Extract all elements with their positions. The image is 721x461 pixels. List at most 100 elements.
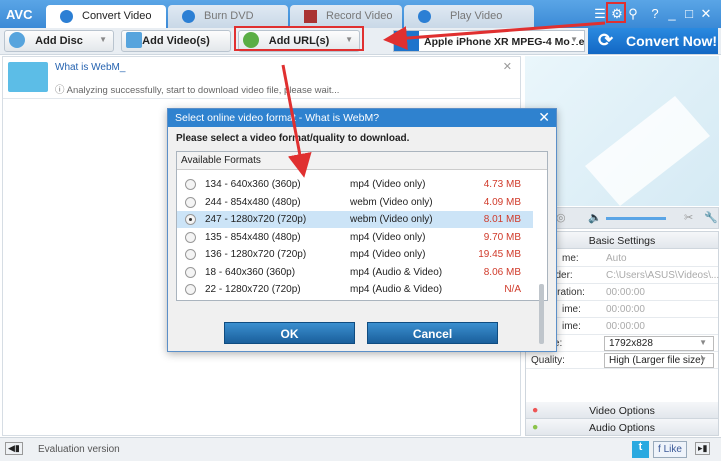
format-radio[interactable] xyxy=(185,214,196,225)
minimize-icon[interactable]: _ xyxy=(664,6,680,21)
convert-now-button[interactable]: ⟳ Convert Now! xyxy=(588,28,718,54)
format-resolution: 135 - 854x480 (480p) xyxy=(205,231,301,243)
chevron-down-icon: ▼ xyxy=(570,35,578,44)
format-resolution: 136 - 1280x720 (720p) xyxy=(205,249,307,260)
audio-options-header[interactable]: ● Audio Options xyxy=(526,419,718,436)
file-status: ⓘ Analyzing successfully, start to downl… xyxy=(55,85,340,96)
file-title[interactable]: What is WebM_ xyxy=(55,62,125,73)
volume-icon[interactable]: 🔈 xyxy=(588,211,602,224)
toggle-panel-icon[interactable]: ◀▮ xyxy=(5,442,23,455)
label: ime: xyxy=(562,321,581,332)
format-resolution: 244 - 854x480 (480p) xyxy=(205,196,301,208)
value[interactable]: 00:00:00 xyxy=(606,287,645,298)
convert-icon xyxy=(60,10,73,23)
video-options-header[interactable]: ● Video Options xyxy=(526,402,718,419)
format-resolution: 247 - 1280x720 (720p) xyxy=(205,214,307,225)
tools-icon[interactable]: 🔧 xyxy=(704,211,718,224)
remove-icon[interactable]: ✕ xyxy=(503,60,512,73)
add-videos-button[interactable]: Add Video(s) xyxy=(121,30,231,52)
tab-label: Burn DVD xyxy=(204,10,254,22)
format-radio[interactable] xyxy=(185,249,196,260)
label: Quality: xyxy=(531,355,565,366)
format-row[interactable]: 18 - 640x360 (360p) mp4 (Audio & Video) 8.… xyxy=(177,264,533,281)
tab-label: Record Video xyxy=(326,10,393,22)
evaluation-text: Evaluation version xyxy=(38,444,120,455)
format-radio[interactable] xyxy=(185,179,196,190)
dialog-close-icon[interactable]: ✕ xyxy=(538,109,550,126)
format-row[interactable]: 135 - 854x480 (480p) mp4 (Video only) 9.70… xyxy=(177,229,533,246)
format-size: N/A xyxy=(504,284,521,295)
app-logo: AVC xyxy=(6,7,33,22)
help-icon[interactable]: ? xyxy=(647,6,663,21)
key-icon[interactable]: ⚲ xyxy=(625,6,641,22)
disc-icon xyxy=(182,10,195,23)
tab-burn-dvd[interactable]: Burn DVD xyxy=(168,5,288,28)
label: Add Video(s) xyxy=(142,35,210,47)
format-type: mp4 (Video only) xyxy=(350,179,426,190)
value[interactable]: 00:00:00 xyxy=(606,304,645,315)
label: me: xyxy=(562,253,579,264)
list-item[interactable]: What is WebM_ ⓘ Analyzing successfully, … xyxy=(3,57,520,99)
scrollbar[interactable] xyxy=(539,284,544,344)
video-thumbnail-icon xyxy=(8,62,48,92)
close-icon[interactable]: ✕ xyxy=(698,6,714,22)
record-icon xyxy=(304,10,317,23)
format-resolution: 134 - 640x360 (360p) xyxy=(205,179,301,190)
label: Add Disc xyxy=(35,35,83,47)
format-type: mp4 (Audio & Video) xyxy=(350,266,443,278)
format-row[interactable]: 22 - 1280x720 (720p) mp4 (Audio & Video) N… xyxy=(177,281,533,298)
maximize-icon[interactable]: □ xyxy=(681,6,697,21)
format-radio[interactable] xyxy=(185,266,196,278)
ok-button[interactable]: OK xyxy=(224,322,355,344)
add-disc-button[interactable]: Add Disc ▼ xyxy=(4,30,114,52)
chevron-down-icon: ▼ xyxy=(699,355,707,364)
value[interactable]: 00:00:00 xyxy=(606,321,645,332)
toggle-preview-icon[interactable]: ▸▮ xyxy=(695,442,711,455)
output-profile-select[interactable]: Apple iPhone XR MPEG-4 Movie (*.m...▼ xyxy=(393,30,585,52)
gear-icon[interactable]: ⚙ xyxy=(609,6,625,22)
format-radio[interactable] xyxy=(185,284,196,295)
facebook-like-button[interactable]: f Like xyxy=(653,441,687,458)
tab-label: Play Video xyxy=(450,10,503,22)
play-icon xyxy=(418,10,431,23)
value[interactable]: Auto xyxy=(606,253,627,264)
globe-icon xyxy=(243,32,259,48)
audio-options-icon: ● xyxy=(532,421,539,433)
format-type: webm (Video only) xyxy=(350,196,433,208)
label: Convert Now! xyxy=(626,33,717,49)
dialog-title: Select online video format - What is Web… xyxy=(168,109,556,127)
add-urls-button[interactable]: Add URL(s) ▼ xyxy=(238,30,360,52)
format-size: 19.45 MB xyxy=(478,249,521,260)
format-radio[interactable] xyxy=(185,231,196,243)
format-row[interactable]: 134 - 640x360 (360p) mp4 (Video only) 4.73… xyxy=(177,176,533,193)
format-row[interactable]: 247 - 1280x720 (720p) webm (Video only) 8.… xyxy=(177,211,533,228)
size-select[interactable]: 1792x828 ▼ xyxy=(604,336,714,351)
label: Add URL(s) xyxy=(268,35,330,47)
chevron-down-icon: ▼ xyxy=(99,35,107,44)
value[interactable]: C:\Users\ASUS\Videos\... xyxy=(606,270,719,281)
tab-record-video[interactable]: Record Video xyxy=(290,5,402,28)
format-size: 9.70 MB xyxy=(483,231,521,243)
format-size: 4.09 MB xyxy=(483,196,521,208)
volume-slider[interactable] xyxy=(606,217,666,220)
format-size: 4.73 MB xyxy=(483,179,521,190)
quality-select[interactable]: High (Larger file size) ▼ xyxy=(604,353,714,368)
dialog-prompt: Please select a video format/quality to … xyxy=(176,133,410,144)
format-row[interactable]: 136 - 1280x720 (720p) mp4 (Video only) 19.… xyxy=(177,246,533,263)
status-bar: ◀▮ Evaluation version t f Like ▸▮ xyxy=(0,437,721,461)
log-icon[interactable]: ☰ xyxy=(592,6,608,22)
settings-row: Quality: High (Larger file size) ▼ xyxy=(526,352,718,369)
cut-icon[interactable]: ✂ xyxy=(684,211,693,224)
format-row[interactable]: 244 - 854x480 (480p) webm (Video only) 4.0… xyxy=(177,194,533,211)
twitter-icon[interactable]: t xyxy=(632,441,649,458)
cancel-button[interactable]: Cancel xyxy=(367,322,498,344)
tab-play-video[interactable]: Play Video xyxy=(404,5,534,28)
status-text: Analyzing successfully, start to downloa… xyxy=(66,85,340,96)
format-radio[interactable] xyxy=(185,196,196,208)
label: ime: xyxy=(562,304,581,315)
tab-convert-video[interactable]: Convert Video xyxy=(46,5,166,28)
snapshot-icon[interactable]: ◎ xyxy=(556,211,566,224)
video-options-icon: ● xyxy=(532,404,539,416)
title-bar: AVC Convert Video Burn DVD Record Video … xyxy=(0,0,721,28)
select-format-dialog: Select online video format - What is Web… xyxy=(167,108,557,352)
